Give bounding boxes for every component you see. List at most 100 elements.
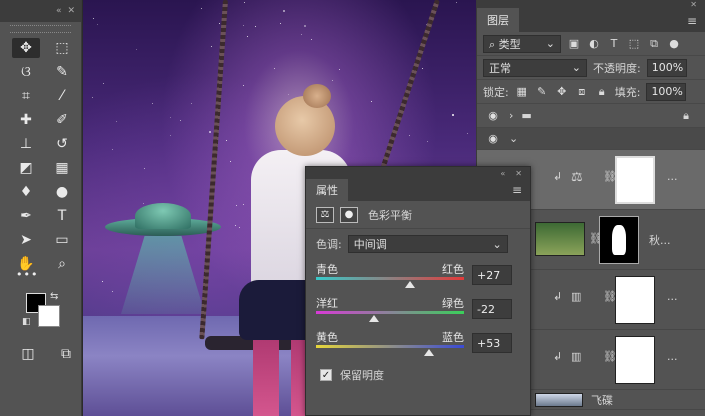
fill-input[interactable]: 100% xyxy=(646,82,687,101)
healing-tool[interactable]: ✚ xyxy=(12,110,40,130)
move-tool[interactable]: ✥ xyxy=(12,38,40,58)
slider-thumb[interactable] xyxy=(404,281,415,288)
slider-right-label: 绿色 xyxy=(442,297,464,310)
layer-name: ... xyxy=(667,170,678,183)
quick-select-tool[interactable]: ✎ xyxy=(48,62,76,82)
marquee-tool[interactable]: ⬚ xyxy=(48,38,76,58)
clip-arrow-icon: ↲ xyxy=(553,350,563,363)
slider-track[interactable] xyxy=(316,345,464,348)
color-slider: 洋红 绿色 -22 xyxy=(306,293,530,327)
star-dot xyxy=(116,121,117,122)
brush-tool[interactable]: ✐ xyxy=(48,110,76,130)
close-icon[interactable]: ✕ xyxy=(67,6,75,16)
swap-colors-icon[interactable]: ⇆ xyxy=(50,291,58,302)
tab-layers[interactable]: 图层 xyxy=(477,8,519,32)
color-slider: 黄色 蓝色 +53 xyxy=(306,327,530,361)
slider-value-input[interactable]: +27 xyxy=(472,265,512,285)
panel-menu-icon[interactable]: ≡ xyxy=(512,183,522,197)
slider-value-input[interactable]: -22 xyxy=(472,299,512,319)
lasso-tool[interactable]: ଓ xyxy=(12,62,40,82)
eye-icon[interactable]: ◉ xyxy=(485,109,501,122)
history-brush-tool[interactable]: ↺ xyxy=(48,134,76,154)
slider-track[interactable] xyxy=(316,277,464,280)
star-dot xyxy=(301,34,302,35)
layer-row[interactable]: ◉ ⌄ xyxy=(477,128,705,150)
filter-toggle-icon[interactable]: ● xyxy=(667,37,681,50)
star-dot xyxy=(236,205,237,206)
layer-filter-select[interactable]: ⌕ 类型 ⌄ xyxy=(483,34,561,53)
star-dot xyxy=(427,141,428,142)
eraser-tool[interactable]: ◩ xyxy=(12,158,40,178)
tone-select[interactable]: 中间调 ⌄ xyxy=(347,235,508,253)
layer-thumbnail[interactable] xyxy=(535,392,583,407)
layer-mask-thumbnail[interactable] xyxy=(615,156,655,204)
layer-thumbnail[interactable] xyxy=(535,222,585,256)
star-dot xyxy=(152,103,153,104)
tools-panel-header: « ✕ xyxy=(0,0,81,22)
star-dot xyxy=(422,68,423,69)
pixel-filter-icon[interactable]: ▣ xyxy=(567,37,581,50)
star-dot xyxy=(243,85,244,86)
type-tool[interactable]: T xyxy=(48,206,76,226)
layer-mask-thumbnail[interactable] xyxy=(615,336,655,384)
panel-menu-icon[interactable]: ≡ xyxy=(687,14,697,28)
slider-value: -22 xyxy=(477,302,495,316)
background-color-swatch[interactable] xyxy=(38,305,60,327)
close-icon[interactable]: ✕ xyxy=(515,169,522,178)
eye-icon[interactable]: ◉ xyxy=(485,132,501,145)
screen-mode-icon[interactable]: ⧉ xyxy=(52,344,80,364)
blur-tool[interactable]: ♦ xyxy=(12,182,40,202)
swing-chain-right xyxy=(380,0,440,169)
quick-mask-icon[interactable]: ◫ xyxy=(14,344,42,364)
adjustment-filter-icon[interactable]: ◐ xyxy=(587,37,601,50)
preserve-luminosity-checkbox[interactable]: ✓ xyxy=(320,369,332,381)
star-dot xyxy=(339,69,340,70)
pen-tool[interactable]: ✒ xyxy=(12,206,40,226)
slider-track[interactable] xyxy=(316,311,464,314)
default-colors-icon[interactable]: ◧ xyxy=(22,317,31,327)
crop-tool[interactable]: ⌗ xyxy=(12,86,40,106)
layer-mask-thumbnail[interactable] xyxy=(615,276,655,324)
layer-row[interactable]: ◉ › ▬ 🔒︎ xyxy=(477,104,705,128)
dodge-tool[interactable]: ● xyxy=(48,182,76,202)
layer-name: 秋... xyxy=(649,234,671,247)
gradient-tool[interactable]: ▦ xyxy=(48,158,76,178)
zoom-tool[interactable]: ⌕ xyxy=(48,254,76,274)
star-dot xyxy=(191,103,192,104)
eyedropper-tool[interactable]: ⁄ xyxy=(48,86,76,106)
shape-tool[interactable]: ▭ xyxy=(48,230,76,250)
lock-artboard-icon[interactable]: ⧈ xyxy=(575,85,589,99)
layer-mask-thumbnail[interactable] xyxy=(599,216,639,264)
chevron-down-icon[interactable]: ⌄ xyxy=(509,132,518,145)
slider-thumb[interactable] xyxy=(368,315,379,322)
more-tools-icon[interactable]: ••• xyxy=(16,268,38,281)
smart-object-filter-icon[interactable]: ⧉ xyxy=(647,37,661,51)
lock-position-icon[interactable]: ✥ xyxy=(555,85,569,98)
slider-left-label: 青色 xyxy=(316,263,338,276)
opacity-input[interactable]: 100% xyxy=(646,58,687,77)
lock-transparent-icon[interactable]: ▦ xyxy=(515,85,529,98)
layer-name: 飞碟 xyxy=(591,393,613,407)
shape-filter-icon[interactable]: ⬚ xyxy=(627,37,641,50)
layer-mask-icon[interactable]: ● xyxy=(340,206,358,223)
tone-label: 色调: xyxy=(316,238,342,251)
slider-value-input[interactable]: +53 xyxy=(472,333,512,353)
collapse-icon[interactable]: « xyxy=(500,169,505,178)
blend-mode-select[interactable]: 正常 ⌄ xyxy=(483,58,587,77)
type-filter-icon[interactable]: T xyxy=(607,37,621,50)
levels-layer-icon: ▥ xyxy=(571,290,582,303)
color-balance-sliders: 青色 红色 +27 洋红 绿色 -22 黄色 蓝色 +53 xyxy=(306,259,530,361)
properties-panel: « ✕ 属性 ≡ ⚖ ● 色彩平衡 色调: 中间调 ⌄ 青色 红色 +27 洋红 绿色 -… xyxy=(305,166,531,416)
search-icon: ⌕ xyxy=(489,37,499,51)
tab-properties[interactable]: 属性 xyxy=(306,179,348,201)
path-select-tool[interactable]: ➤ xyxy=(12,230,40,250)
slider-value: +53 xyxy=(477,336,501,350)
lock-pixels-icon[interactable]: ✎ xyxy=(535,85,549,98)
lock-all-icon[interactable]: 🔒︎ xyxy=(595,85,609,99)
slider-thumb[interactable] xyxy=(424,349,435,356)
stamp-tool[interactable]: ⊥ xyxy=(12,134,40,154)
layer-filter-row: ⌕ 类型 ⌄ ▣ ◐ T ⬚ ⧉ ● xyxy=(477,32,705,56)
chevron-right-icon[interactable]: › xyxy=(509,109,513,122)
collapse-icon[interactable]: « xyxy=(56,6,62,16)
panel-grip[interactable] xyxy=(10,25,71,33)
